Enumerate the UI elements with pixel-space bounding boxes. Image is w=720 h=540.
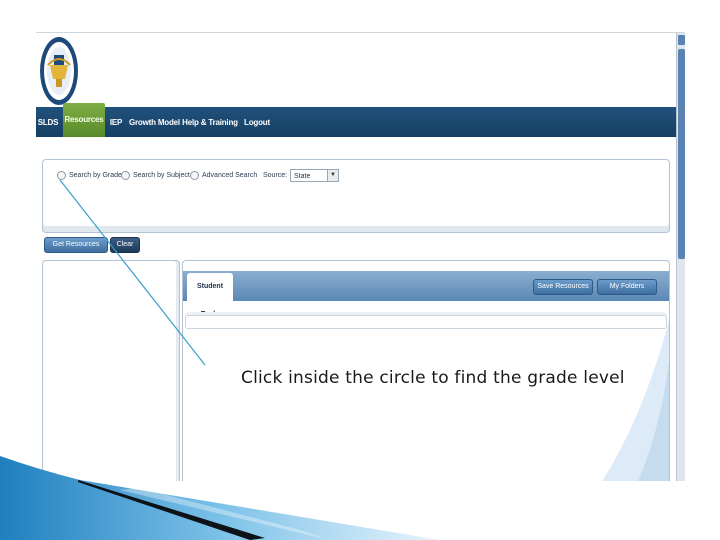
- slide-decoration: [0, 456, 440, 540]
- callout-text: Click inside the circle to find the grad…: [241, 368, 625, 388]
- slide: SLDS Resources IEP Growth Model Help & T…: [0, 0, 720, 540]
